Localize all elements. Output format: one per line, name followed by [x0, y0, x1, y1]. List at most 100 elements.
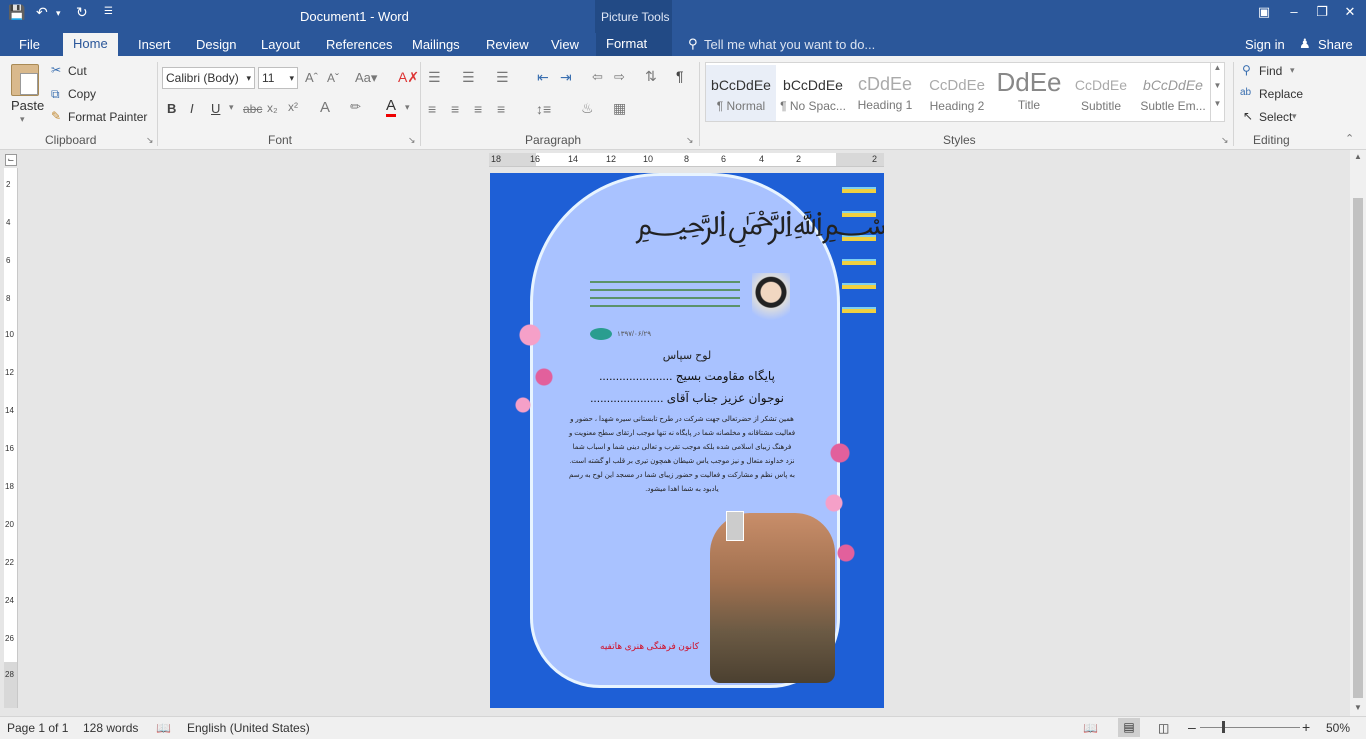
scroll-up-icon[interactable]: ▲ [1354, 152, 1362, 161]
grow-font-icon[interactable]: Aˆ [305, 70, 318, 85]
select-button[interactable]: Select [1259, 110, 1292, 124]
ltr-icon[interactable]: ⇦ [592, 69, 603, 85]
styles-launcher-icon[interactable]: ↘ [1221, 135, 1229, 146]
web-layout-icon[interactable]: ◫ [1158, 721, 1169, 735]
styles-scroll[interactable]: ▲ ▼ ▼ [1210, 63, 1224, 121]
share-button[interactable]: Share [1318, 37, 1353, 52]
scrollbar-thumb[interactable] [1353, 198, 1363, 698]
zoom-out-icon[interactable]: – [1188, 719, 1196, 735]
style-no-spacing[interactable]: bCcDdEe ¶ No Spac... [778, 65, 848, 121]
underline-icon[interactable]: U [211, 101, 220, 116]
scroll-down-icon[interactable]: ▼ [1354, 703, 1362, 712]
collapse-ribbon-icon[interactable]: ⌃ [1345, 132, 1354, 145]
tab-references[interactable]: References [316, 36, 402, 56]
tab-design[interactable]: Design [186, 36, 246, 56]
clipboard-launcher-icon[interactable]: ↘ [146, 135, 154, 146]
italic-icon[interactable]: I [190, 101, 194, 116]
style-heading-1[interactable]: cDdEe Heading 1 [850, 65, 920, 121]
show-formatting-icon[interactable]: ¶ [676, 68, 684, 84]
tab-home[interactable]: Home [63, 33, 118, 56]
find-button[interactable]: Find [1259, 64, 1282, 78]
borders-icon[interactable]: ▦ [613, 100, 626, 117]
font-launcher-icon[interactable]: ↘ [408, 135, 416, 146]
font-size-box[interactable]: 11 ▾ [258, 67, 298, 89]
paste-button[interactable]: Paste [11, 98, 44, 113]
tab-mailings[interactable]: Mailings [402, 36, 470, 56]
document-page[interactable]: ﷽ ۱۳۹۷/۰۶/۲۹ لوح سپاس پایگاه مقاومت بسیج… [490, 173, 884, 708]
zoom-slider[interactable] [1200, 727, 1300, 728]
page-count[interactable]: Page 1 of 1 [7, 721, 68, 735]
proofing-icon[interactable]: 📖 [156, 721, 171, 735]
shrink-font-icon[interactable]: Aˇ [327, 71, 339, 85]
language-indicator[interactable]: English (United States) [187, 721, 310, 735]
align-center-icon[interactable]: ≡ [451, 101, 459, 117]
paragraph-launcher-icon[interactable]: ↘ [686, 135, 694, 146]
tab-selector-icon[interactable]: ⌙ [5, 154, 17, 166]
style-subtle-emphasis[interactable]: bCcDdEe Subtle Em... [1138, 65, 1208, 121]
underline-dropdown-icon[interactable]: ▾ [229, 102, 234, 113]
horizontal-ruler[interactable]: 18 16 14 12 10 8 6 4 2 2 [489, 153, 884, 167]
word-count[interactable]: 128 words [83, 721, 138, 735]
cut-button[interactable]: Cut [68, 64, 87, 78]
tab-format[interactable]: Format [596, 33, 672, 56]
style-heading-2[interactable]: CcDdEe Heading 2 [922, 65, 992, 121]
strikethrough-icon[interactable]: abc [243, 102, 262, 116]
vertical-scrollbar[interactable]: ▲ ▼ [1350, 150, 1366, 716]
ribbon-display-options-icon[interactable]: ▣ [1249, 4, 1279, 24]
read-mode-icon[interactable]: 📖 [1083, 721, 1098, 735]
copy-button[interactable]: Copy [68, 87, 96, 101]
select-dropdown-icon[interactable]: ▾ [1292, 111, 1297, 122]
superscript-icon[interactable]: x² [288, 100, 298, 114]
close-button[interactable]: ✕ [1335, 4, 1365, 24]
clear-formatting-icon[interactable]: A✗ [398, 69, 419, 86]
find-dropdown-icon[interactable]: ▾ [1290, 65, 1295, 76]
sign-in-link[interactable]: Sign in [1245, 37, 1285, 52]
align-left-icon[interactable]: ≡ [428, 101, 436, 117]
subscript-icon[interactable]: x₂ [267, 101, 278, 115]
zoom-slider-thumb[interactable] [1222, 721, 1225, 733]
paste-dropdown-icon[interactable]: ▾ [20, 114, 25, 125]
numbering-icon[interactable]: ☰ [462, 69, 475, 86]
bullets-icon[interactable]: ☰ [428, 69, 441, 86]
sort-icon[interactable]: ⇅ [645, 68, 657, 85]
rtl-icon[interactable]: ⇨ [614, 69, 625, 85]
tab-review[interactable]: Review [476, 36, 539, 56]
bold-icon[interactable]: B [167, 101, 176, 116]
text-effects-icon[interactable]: A [320, 99, 330, 116]
font-color-dropdown-icon[interactable]: ▾ [405, 102, 410, 113]
tab-file[interactable]: File [9, 36, 50, 56]
undo-dropdown-icon[interactable]: ▾ [56, 8, 61, 19]
decrease-indent-icon[interactable]: ⇤ [537, 69, 549, 86]
zoom-level[interactable]: 50% [1326, 721, 1350, 735]
zoom-in-icon[interactable]: + [1302, 719, 1310, 735]
style-normal[interactable]: bCcDdEe ¶ Normal [706, 65, 776, 121]
maximize-button[interactable]: ❐ [1307, 4, 1337, 24]
style-title[interactable]: DdEe Title [994, 65, 1064, 121]
shading-icon[interactable]: ♨ [581, 100, 594, 117]
change-case-icon[interactable]: Aa▾ [355, 70, 377, 86]
line-spacing-icon[interactable]: ↕≡ [536, 101, 551, 117]
tab-layout[interactable]: Layout [251, 36, 310, 56]
redo-icon[interactable]: ↻ [76, 4, 88, 21]
paste-icon[interactable] [11, 64, 39, 96]
tab-insert[interactable]: Insert [128, 36, 181, 56]
minimize-button[interactable]: – [1279, 4, 1309, 24]
print-layout-icon[interactable]: ▤ [1118, 718, 1140, 737]
font-name-box[interactable]: Calibri (Body) ▾ [162, 67, 255, 89]
undo-icon[interactable]: ↶ [36, 4, 48, 21]
vertical-ruler[interactable]: 2 4 6 8 10 12 14 16 18 20 22 24 26 28 [4, 168, 18, 708]
multilevel-list-icon[interactable]: ☰ [496, 69, 509, 86]
customize-qat-icon[interactable]: ☰ [104, 6, 113, 17]
ruler-tick: 16 [530, 154, 541, 164]
justify-icon[interactable]: ≡ [497, 101, 505, 117]
format-painter-button[interactable]: Format Painter [68, 110, 147, 124]
increase-indent-icon[interactable]: ⇥ [560, 69, 572, 86]
tab-view[interactable]: View [541, 36, 589, 56]
style-subtitle[interactable]: CcDdEe Subtitle [1066, 65, 1136, 121]
align-right-icon[interactable]: ≡ [474, 101, 482, 117]
replace-button[interactable]: Replace [1259, 87, 1303, 101]
font-color-icon[interactable]: A [386, 98, 397, 117]
tell-me-box[interactable]: Tell me what you want to do... [704, 37, 875, 52]
save-icon[interactable]: 💾 [8, 4, 25, 21]
highlight-icon[interactable]: ✏ [350, 99, 361, 115]
